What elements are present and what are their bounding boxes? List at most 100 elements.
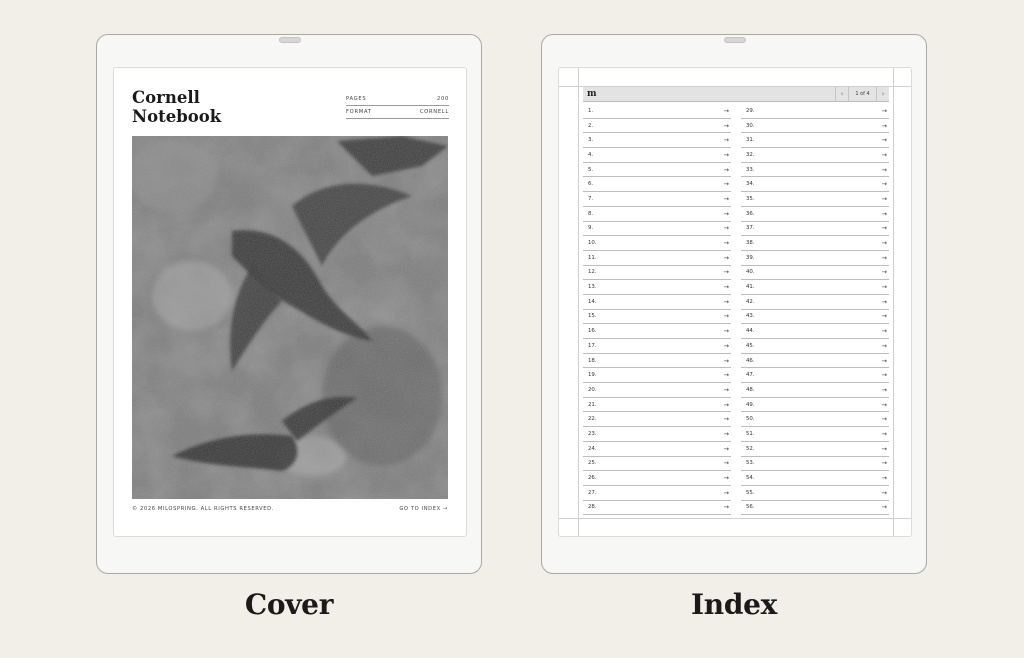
arrow-right-icon[interactable]: → xyxy=(724,107,729,115)
arrow-right-icon[interactable]: → xyxy=(882,371,887,379)
index-entry-row[interactable]: 51. → xyxy=(741,427,889,442)
index-entry-row[interactable]: 7. → xyxy=(583,192,731,207)
index-entry-row[interactable]: 19. → xyxy=(583,368,731,384)
index-entry-row[interactable]: 36. → xyxy=(741,207,889,222)
index-entry-row[interactable]: 28. → xyxy=(583,501,731,516)
go-to-index-link[interactable]: GO TO INDEX → xyxy=(399,506,448,512)
index-entry-row[interactable]: 3. → xyxy=(583,133,731,149)
arrow-right-icon[interactable]: → xyxy=(882,312,887,320)
arrow-right-icon[interactable]: → xyxy=(882,151,887,159)
index-entry-row[interactable]: 24. → xyxy=(583,442,731,457)
arrow-right-icon[interactable]: → xyxy=(882,136,887,144)
index-entry-row[interactable]: 26. → xyxy=(583,471,731,486)
index-entry-row[interactable]: 25. → xyxy=(583,457,731,472)
index-entry-row[interactable]: 53. → xyxy=(741,457,889,472)
index-entry-row[interactable]: 46. → xyxy=(741,354,889,369)
index-entry-row[interactable]: 34. → xyxy=(741,177,889,193)
index-entry-row[interactable]: 41. → xyxy=(741,280,889,295)
arrow-right-icon[interactable]: → xyxy=(882,210,887,218)
arrow-right-icon[interactable]: → xyxy=(724,122,729,130)
arrow-right-icon[interactable]: → xyxy=(724,151,729,159)
arrow-right-icon[interactable]: → xyxy=(724,371,729,379)
index-entry-row[interactable]: 42. → xyxy=(741,295,889,310)
arrow-right-icon[interactable]: → xyxy=(724,254,729,262)
index-entry-row[interactable]: 52. → xyxy=(741,442,889,457)
index-entry-row[interactable]: 32. → xyxy=(741,148,889,163)
index-entry-row[interactable]: 12. → xyxy=(583,266,731,281)
arrow-right-icon[interactable]: → xyxy=(882,107,887,115)
arrow-right-icon[interactable]: → xyxy=(882,254,887,262)
index-entry-row[interactable]: 44. → xyxy=(741,324,889,339)
index-entry-row[interactable]: 31. → xyxy=(741,133,889,149)
arrow-right-icon[interactable]: → xyxy=(882,298,887,306)
arrow-right-icon[interactable]: → xyxy=(724,445,729,453)
arrow-right-icon[interactable]: → xyxy=(882,430,887,438)
index-entry-row[interactable]: 20. → xyxy=(583,383,731,398)
arrow-right-icon[interactable]: → xyxy=(724,180,729,188)
index-entry-row[interactable]: 55. → xyxy=(741,486,889,501)
arrow-right-icon[interactable]: → xyxy=(882,180,887,188)
arrow-right-icon[interactable]: → xyxy=(724,239,729,247)
arrow-right-icon[interactable]: → xyxy=(882,415,887,423)
arrow-right-icon[interactable]: → xyxy=(724,327,729,335)
index-entry-row[interactable]: 1. → xyxy=(583,104,731,119)
index-entry-row[interactable]: 43. → xyxy=(741,310,889,325)
index-entry-row[interactable]: 30. → xyxy=(741,119,889,134)
index-entry-row[interactable]: 18. → xyxy=(583,354,731,369)
prev-page-button[interactable]: ‹ xyxy=(835,87,848,101)
arrow-right-icon[interactable]: → xyxy=(882,342,887,350)
arrow-right-icon[interactable]: → xyxy=(882,459,887,467)
index-entry-row[interactable]: 6. → xyxy=(583,177,731,193)
index-entry-row[interactable]: 8. → xyxy=(583,207,731,222)
arrow-right-icon[interactable]: → xyxy=(882,283,887,291)
index-entry-row[interactable]: 37. → xyxy=(741,222,889,237)
index-entry-row[interactable]: 17. → xyxy=(583,339,731,354)
arrow-right-icon[interactable]: → xyxy=(724,459,729,467)
index-entry-row[interactable]: 2. → xyxy=(583,119,731,134)
arrow-right-icon[interactable]: → xyxy=(724,489,729,497)
index-entry-row[interactable]: 40. → xyxy=(741,266,889,281)
arrow-right-icon[interactable]: → xyxy=(724,210,729,218)
arrow-right-icon[interactable]: → xyxy=(724,195,729,203)
index-entry-row[interactable]: 13. → xyxy=(583,280,731,295)
index-entry-row[interactable]: 11. → xyxy=(583,251,731,266)
arrow-right-icon[interactable]: → xyxy=(724,386,729,394)
index-entry-row[interactable]: 16. → xyxy=(583,324,731,339)
index-entry-row[interactable]: 29. → xyxy=(741,104,889,119)
arrow-right-icon[interactable]: → xyxy=(882,195,887,203)
index-entry-row[interactable]: 50. → xyxy=(741,412,889,428)
index-entry-row[interactable]: 14. → xyxy=(583,295,731,310)
arrow-right-icon[interactable]: → xyxy=(882,239,887,247)
arrow-right-icon[interactable]: → xyxy=(882,327,887,335)
index-entry-row[interactable]: 54. → xyxy=(741,471,889,486)
index-entry-row[interactable]: 47. → xyxy=(741,368,889,384)
arrow-right-icon[interactable]: → xyxy=(882,503,887,511)
index-entry-row[interactable]: 49. → xyxy=(741,398,889,413)
index-entry-row[interactable]: 5. → xyxy=(583,163,731,178)
index-entry-row[interactable]: 38. → xyxy=(741,236,889,251)
next-page-button[interactable]: › xyxy=(876,87,889,101)
index-entry-row[interactable]: 39. → xyxy=(741,251,889,266)
arrow-right-icon[interactable]: → xyxy=(882,224,887,232)
arrow-right-icon[interactable]: → xyxy=(724,503,729,511)
arrow-right-icon[interactable]: → xyxy=(882,401,887,409)
index-entry-row[interactable]: 10. → xyxy=(583,236,731,251)
arrow-right-icon[interactable]: → xyxy=(882,445,887,453)
arrow-right-icon[interactable]: → xyxy=(724,357,729,365)
arrow-right-icon[interactable]: → xyxy=(724,430,729,438)
arrow-right-icon[interactable]: → xyxy=(724,224,729,232)
index-entry-row[interactable]: 48. → xyxy=(741,383,889,398)
arrow-right-icon[interactable]: → xyxy=(882,489,887,497)
arrow-right-icon[interactable]: → xyxy=(882,474,887,482)
index-entry-row[interactable]: 22. → xyxy=(583,412,731,428)
arrow-right-icon[interactable]: → xyxy=(724,312,729,320)
index-entry-row[interactable]: 23. → xyxy=(583,427,731,442)
index-entry-row[interactable]: 9. → xyxy=(583,222,731,237)
index-entry-row[interactable]: 21. → xyxy=(583,398,731,413)
index-entry-row[interactable]: 45. → xyxy=(741,339,889,354)
arrow-right-icon[interactable]: → xyxy=(724,136,729,144)
index-entry-row[interactable]: 56. → xyxy=(741,501,889,516)
index-entry-row[interactable]: 27. → xyxy=(583,486,731,501)
arrow-right-icon[interactable]: → xyxy=(882,268,887,276)
index-entry-row[interactable]: 15. → xyxy=(583,310,731,325)
